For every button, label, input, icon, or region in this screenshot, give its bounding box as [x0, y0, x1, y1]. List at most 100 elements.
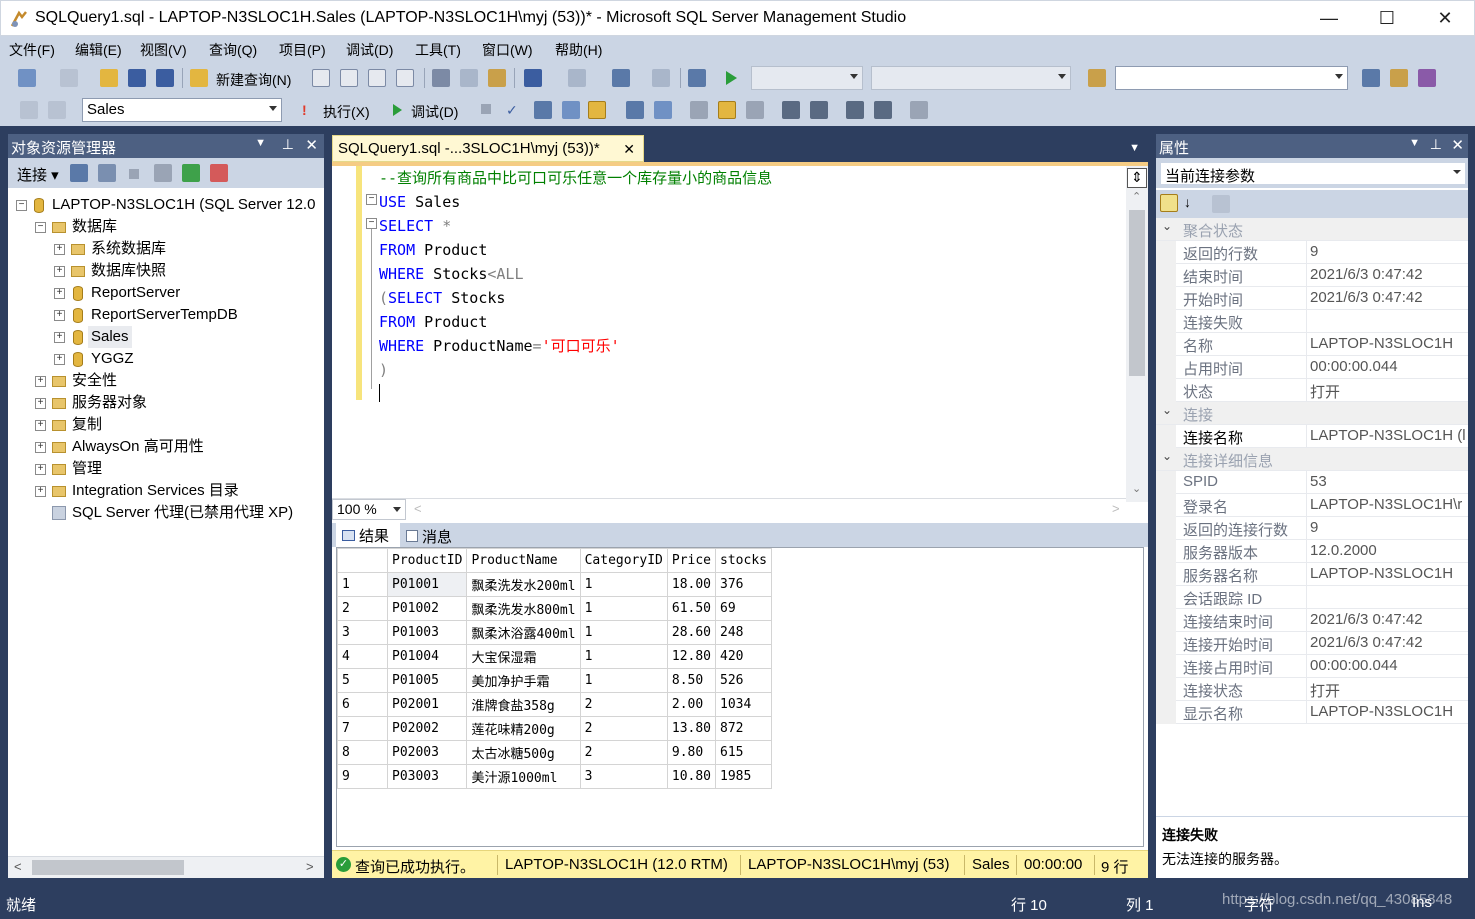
collapse-region-icon[interactable]: −	[366, 194, 377, 205]
table-cell[interactable]: P01004	[386, 644, 468, 669]
start-icon[interactable]	[726, 71, 737, 85]
row-number-cell[interactable]: 8	[337, 740, 388, 765]
property-row[interactable]: 状态 打开	[1156, 379, 1468, 402]
new-query-button[interactable]: 新建查询(N)	[216, 70, 291, 90]
table-cell[interactable]: 1	[579, 596, 668, 621]
table-cell[interactable]: P02001	[386, 692, 468, 717]
results-to-text-icon[interactable]	[588, 101, 606, 119]
expand-icon[interactable]: +	[35, 398, 46, 409]
mdx-query-icon[interactable]	[340, 69, 358, 87]
results-grid[interactable]: ProductID ProductName CategoryID Price stock…	[336, 547, 1144, 847]
minimize-button[interactable]: —	[1300, 1, 1358, 37]
property-row[interactable]: 会话跟踪 ID	[1156, 586, 1468, 609]
column-header[interactable]: ProductID	[386, 548, 468, 573]
scroll-right-icon[interactable]: >	[1112, 501, 1120, 516]
tree-node-server-objects[interactable]: + 服务器对象	[8, 392, 324, 414]
database-combo[interactable]: Sales	[82, 98, 282, 122]
collapse-icon[interactable]: −	[16, 200, 27, 211]
table-cell[interactable]: 10.80	[666, 764, 717, 789]
table-row[interactable]: 1 P01001 飘柔洗发水200ml 1 18.00 376	[337, 572, 772, 597]
table-cell[interactable]: P02002	[386, 716, 468, 741]
activity-icon[interactable]	[210, 164, 228, 182]
property-row[interactable]: 连接结束时间 2021/6/3 0:47:42	[1156, 609, 1468, 632]
scroll-down-icon[interactable]: ⌄	[1132, 482, 1141, 495]
row-number-cell[interactable]: 1	[337, 572, 388, 597]
dropdown-icon[interactable]: ▼	[1409, 137, 1420, 149]
tree-node-db-sales[interactable]: + Sales	[8, 326, 324, 348]
property-row[interactable]: 显示名称 LAPTOP-N3SLOC1H	[1156, 701, 1468, 724]
tab-close-icon[interactable]: ✕	[623, 141, 635, 158]
table-cell[interactable]: 莲花味精200g	[466, 716, 581, 741]
property-row[interactable]: 连接名称 LAPTOP-N3SLOC1H (l	[1156, 425, 1468, 448]
execute-button[interactable]: 执行(X)	[323, 102, 370, 122]
table-cell[interactable]: P01001	[386, 572, 468, 597]
property-row[interactable]: 返回的行数 9	[1156, 241, 1468, 264]
cut-icon[interactable]	[432, 69, 450, 87]
tree-node-management[interactable]: + 管理	[8, 458, 324, 480]
table-cell[interactable]: 美加净护手霜	[466, 668, 581, 693]
menu-edit[interactable]: 编辑(E)	[75, 40, 122, 60]
query-options-icon[interactable]	[562, 101, 580, 119]
table-cell[interactable]: 61.50	[666, 596, 717, 621]
expand-icon[interactable]: +	[54, 244, 65, 255]
debug-button[interactable]: 调试(D)	[411, 102, 458, 122]
collapse-region-icon[interactable]: −	[366, 218, 377, 229]
tab-results[interactable]: 结果	[336, 523, 400, 547]
categorized-icon[interactable]	[1160, 194, 1178, 212]
tree-node-db-reportserver[interactable]: + ReportServer	[8, 282, 324, 304]
expand-icon[interactable]: +	[35, 442, 46, 453]
find-in-files-icon[interactable]	[1088, 69, 1106, 87]
find-combo[interactable]	[1115, 66, 1348, 90]
connect-object-icon[interactable]	[70, 164, 88, 182]
scroll-thumb[interactable]	[1129, 210, 1145, 376]
table-cell[interactable]: 12.80	[666, 644, 717, 669]
table-row[interactable]: 2 P01002 飘柔洗发水800ml 1 61.50 69	[337, 596, 772, 621]
table-cell[interactable]: P01002	[386, 596, 468, 621]
row-number-cell[interactable]: 7	[337, 716, 388, 741]
table-cell[interactable]: 2.00	[666, 692, 717, 717]
expand-icon[interactable]: +	[35, 376, 46, 387]
split-icon[interactable]: ⇕	[1127, 168, 1147, 188]
collapse-category-icon[interactable]: ⌄	[1162, 219, 1172, 233]
execute-icon[interactable]: !	[302, 102, 307, 118]
row-number-cell[interactable]: 6	[337, 692, 388, 717]
menu-tools[interactable]: 工具(T)	[415, 40, 461, 60]
object-selector-combo[interactable]: 当前连接参数	[1160, 162, 1466, 185]
table-cell[interactable]: 1985	[715, 764, 772, 789]
table-cell[interactable]: 872	[715, 716, 772, 741]
property-row[interactable]: 名称 LAPTOP-N3SLOC1H	[1156, 333, 1468, 356]
dropdown-icon[interactable]: ▼	[255, 137, 266, 149]
row-number-cell[interactable]: 9	[337, 764, 388, 789]
table-cell[interactable]: P01005	[386, 668, 468, 693]
scroll-left-icon[interactable]: <	[14, 859, 22, 874]
property-row[interactable]: 返回的连接行数 9	[1156, 517, 1468, 540]
table-cell[interactable]: 大宝保湿霜	[466, 644, 581, 669]
collapse-category-icon[interactable]: ⌄	[1162, 449, 1172, 463]
table-cell[interactable]: 1	[579, 644, 668, 669]
collapse-icon[interactable]: −	[35, 222, 46, 233]
change-connection-icon[interactable]	[48, 101, 66, 119]
results-to-grid-icon[interactable]	[718, 101, 736, 119]
tab-sqlquery1[interactable]: SQLQuery1.sql -...3SLOC1H\myj (53))* ✕	[332, 135, 644, 162]
table-cell[interactable]: 13.80	[666, 716, 717, 741]
table-cell[interactable]: P03003	[386, 764, 468, 789]
column-header[interactable]: ProductName	[466, 548, 581, 573]
menu-window[interactable]: 窗口(W)	[482, 40, 533, 60]
maximize-button[interactable]: ☐	[1358, 1, 1416, 37]
expand-icon[interactable]: +	[54, 266, 65, 277]
table-row[interactable]: 8 P02003 太古冰糖500g 2 9.80 615	[337, 740, 772, 765]
alphabetical-icon[interactable]: ↓	[1184, 194, 1191, 210]
undo-icon[interactable]	[524, 69, 542, 87]
find-icon[interactable]	[652, 69, 670, 87]
new-project-icon[interactable]	[18, 69, 36, 87]
table-row[interactable]: 5 P01005 美加净护手霜 1 8.50 526	[337, 668, 772, 693]
toolbox-icon[interactable]	[1418, 69, 1436, 87]
expand-icon[interactable]: +	[35, 420, 46, 431]
tree-node-replication[interactable]: + 复制	[8, 414, 324, 436]
property-row[interactable]: 连接占用时间 00:00:00.044	[1156, 655, 1468, 678]
table-cell[interactable]: 美汁源1000ml	[466, 764, 581, 789]
menu-help[interactable]: 帮助(H)	[555, 40, 602, 60]
save-all-icon[interactable]	[156, 69, 174, 87]
table-cell[interactable]: 1	[579, 572, 668, 597]
property-row[interactable]: 占用时间 00:00:00.044	[1156, 356, 1468, 379]
